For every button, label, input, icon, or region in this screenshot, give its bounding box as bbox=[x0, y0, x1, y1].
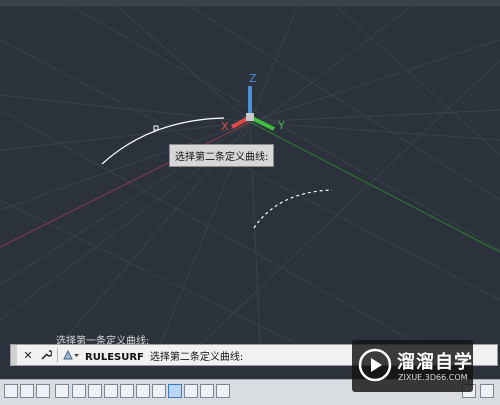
transparency-icon[interactable] bbox=[200, 384, 214, 398]
object-snap-tracking-icon[interactable] bbox=[136, 384, 150, 398]
command-prompt: 选择第二条定义曲线: bbox=[149, 352, 244, 363]
dynamic-ucs-icon[interactable] bbox=[152, 384, 166, 398]
axis-y-label: Y bbox=[277, 119, 285, 132]
model-space-icon[interactable] bbox=[4, 384, 18, 398]
infer-constraints-icon[interactable] bbox=[55, 384, 69, 398]
object-snap-icon[interactable] bbox=[104, 384, 118, 398]
dynamic-input-icon[interactable] bbox=[168, 384, 182, 398]
3d-object-snap-icon[interactable] bbox=[120, 384, 134, 398]
quick-properties-icon[interactable] bbox=[216, 384, 230, 398]
clean-screen-icon[interactable] bbox=[480, 384, 494, 398]
drawing-viewport[interactable]: Z X Y bbox=[0, 0, 500, 345]
viewport-canvas: Z X Y bbox=[0, 0, 500, 345]
watermark-url: ZIXUE.3D66.COM bbox=[398, 373, 468, 382]
command-name: RULESURF bbox=[85, 352, 144, 363]
command-line-grip[interactable] bbox=[11, 345, 17, 365]
watermark-title: 溜溜自学 bbox=[397, 352, 473, 373]
command-separator bbox=[57, 348, 58, 362]
axis-z-label: Z bbox=[249, 72, 257, 85]
axis-x-label: X bbox=[221, 120, 229, 133]
command-input[interactable]: RULESURF 选择第二条定义曲线: bbox=[85, 348, 243, 363]
close-icon[interactable]: ✕ bbox=[21, 347, 35, 363]
watermark: 溜溜自学 ZIXUE.3D66.COM bbox=[352, 340, 473, 392]
wrench-icon[interactable] bbox=[39, 347, 53, 363]
watermark-logo-icon bbox=[358, 348, 392, 382]
ortho-mode-icon[interactable] bbox=[72, 384, 86, 398]
recent-commands-icon[interactable] bbox=[61, 347, 81, 363]
viewport-background bbox=[0, 0, 500, 345]
window-top-edge bbox=[0, 0, 500, 6]
grid-display-icon[interactable] bbox=[20, 384, 34, 398]
snap-mode-icon[interactable] bbox=[36, 384, 50, 398]
show-lineweight-icon[interactable] bbox=[184, 384, 198, 398]
dynamic-input-tooltip: 选择第二条定义曲线: bbox=[169, 144, 275, 167]
polar-tracking-icon[interactable] bbox=[88, 384, 102, 398]
